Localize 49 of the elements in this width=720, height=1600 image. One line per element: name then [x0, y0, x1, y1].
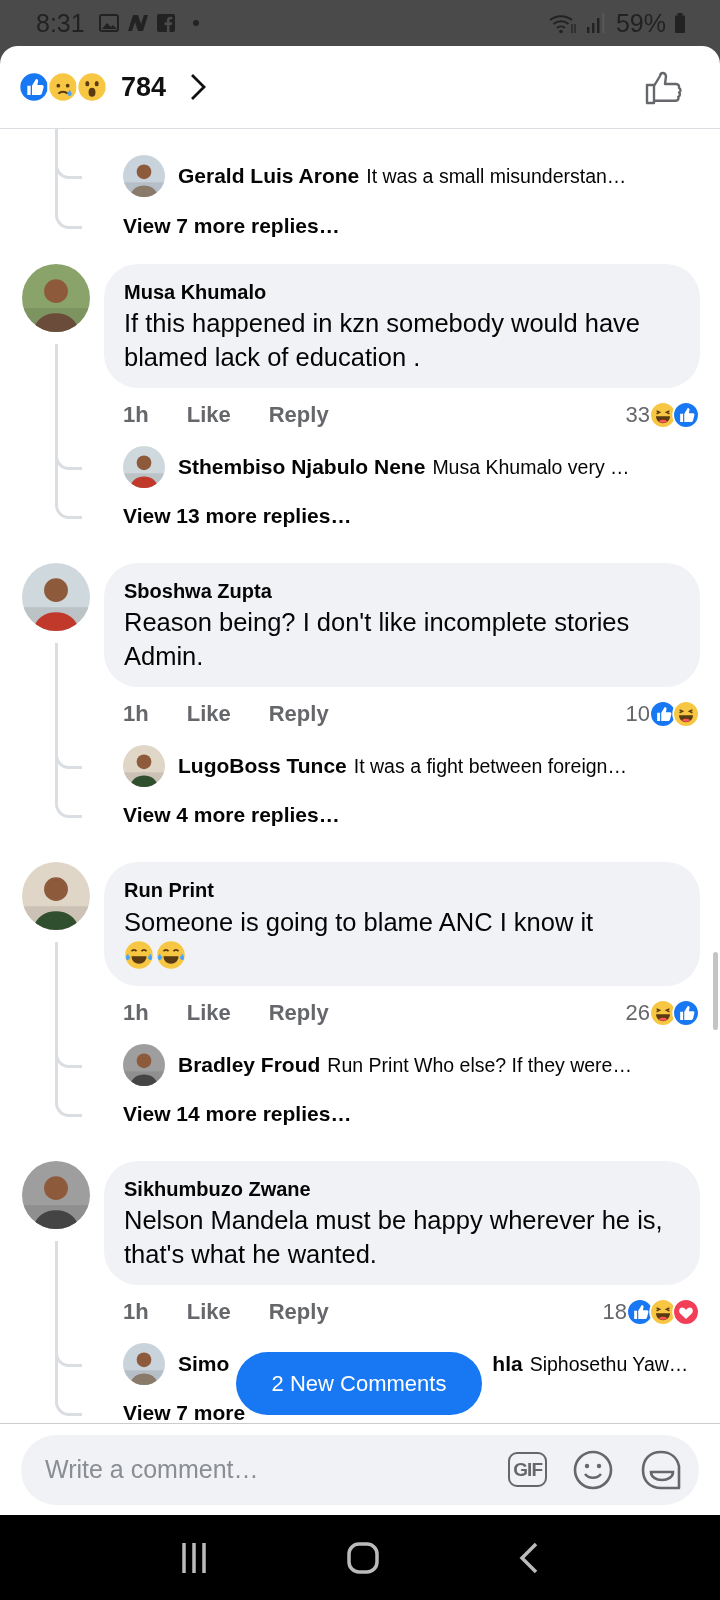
facebook-icon [156, 14, 175, 32]
comment-author[interactable]: Run Print [124, 876, 680, 904]
reaction-count[interactable]: 18 [602, 1299, 627, 1325]
comment-time: 1h [123, 1000, 149, 1026]
comment-text: If this happened in kzn somebody would have blamed lack of education . [124, 308, 641, 373]
comment-author[interactable]: Musa Khumalo [124, 278, 680, 306]
reply-text: Musa Khumalo very … [432, 455, 630, 479]
comment-text: Someone is going to blame ANC I know it [124, 907, 595, 938]
reply-text: Siphosethu Yaw… [529, 1352, 689, 1376]
reply-author[interactable]: Sthembiso Njabulo Nene [178, 455, 426, 479]
reply-author[interactable]: Bradley Froud [178, 1053, 321, 1077]
news-app-icon [126, 14, 149, 32]
reply-link[interactable]: Reply [268, 402, 329, 428]
comment-time: 1h [123, 402, 149, 428]
like-link[interactable]: Like [186, 1299, 231, 1325]
gallery-icon [98, 14, 119, 32]
like-link[interactable]: Like [186, 402, 231, 428]
comment-input-field[interactable]: Write a comment… GIF [21, 1434, 699, 1505]
reaction-count[interactable]: 784 [121, 71, 167, 103]
reply-text: Run Print Who else? If they were… [327, 1053, 632, 1077]
view-more-replies-link[interactable]: View 14 more replies… [123, 1102, 352, 1126]
reply-link[interactable]: Reply [268, 1000, 329, 1026]
wifi-icon [547, 12, 578, 34]
like-link[interactable]: Like [186, 701, 231, 727]
comment-author[interactable]: Sboshwa Zupta [124, 577, 680, 605]
gif-button[interactable]: GIF [508, 1452, 547, 1487]
comment-author[interactable]: Sikhumbuzo Zwane [124, 1175, 680, 1203]
comment-text: Nelson Mandela must be happy wherever he is, that's what he wanted. [124, 1205, 664, 1270]
comment-time: 1h [123, 1299, 149, 1325]
reply-author[interactable]: Gerald Luis Arone [178, 164, 360, 188]
reply-link[interactable]: Reply [268, 1299, 329, 1325]
reply-author[interactable]: LugoBoss Tunce [178, 754, 347, 778]
view-more-replies-link[interactable]: View 13 more replies… [123, 504, 352, 528]
reply-link[interactable]: Reply [268, 701, 329, 727]
reply-text: It was a fight between foreign… [353, 754, 627, 778]
battery-icon [674, 12, 686, 34]
home-icon[interactable] [346, 1540, 380, 1575]
reaction-count[interactable]: 26 [625, 1000, 650, 1026]
comment-time: 1h [123, 701, 149, 727]
view-more-replies-link[interactable]: View 7 more replies… [123, 214, 340, 238]
reply-text: It was a small misunderstan… [366, 164, 627, 188]
signal-icon [585, 12, 606, 34]
comment-text: Reason being? I don't like incomplete stories Admin. [124, 607, 631, 672]
view-more-replies-link[interactable]: View 4 more replies… [123, 803, 340, 827]
reaction-count[interactable]: 33 [625, 402, 650, 428]
like-link[interactable]: Like [186, 1000, 231, 1026]
reply-author[interactable]: hla [492, 1352, 523, 1376]
reply-author[interactable]: Simo [178, 1352, 230, 1376]
reaction-count[interactable]: 10 [625, 701, 650, 727]
